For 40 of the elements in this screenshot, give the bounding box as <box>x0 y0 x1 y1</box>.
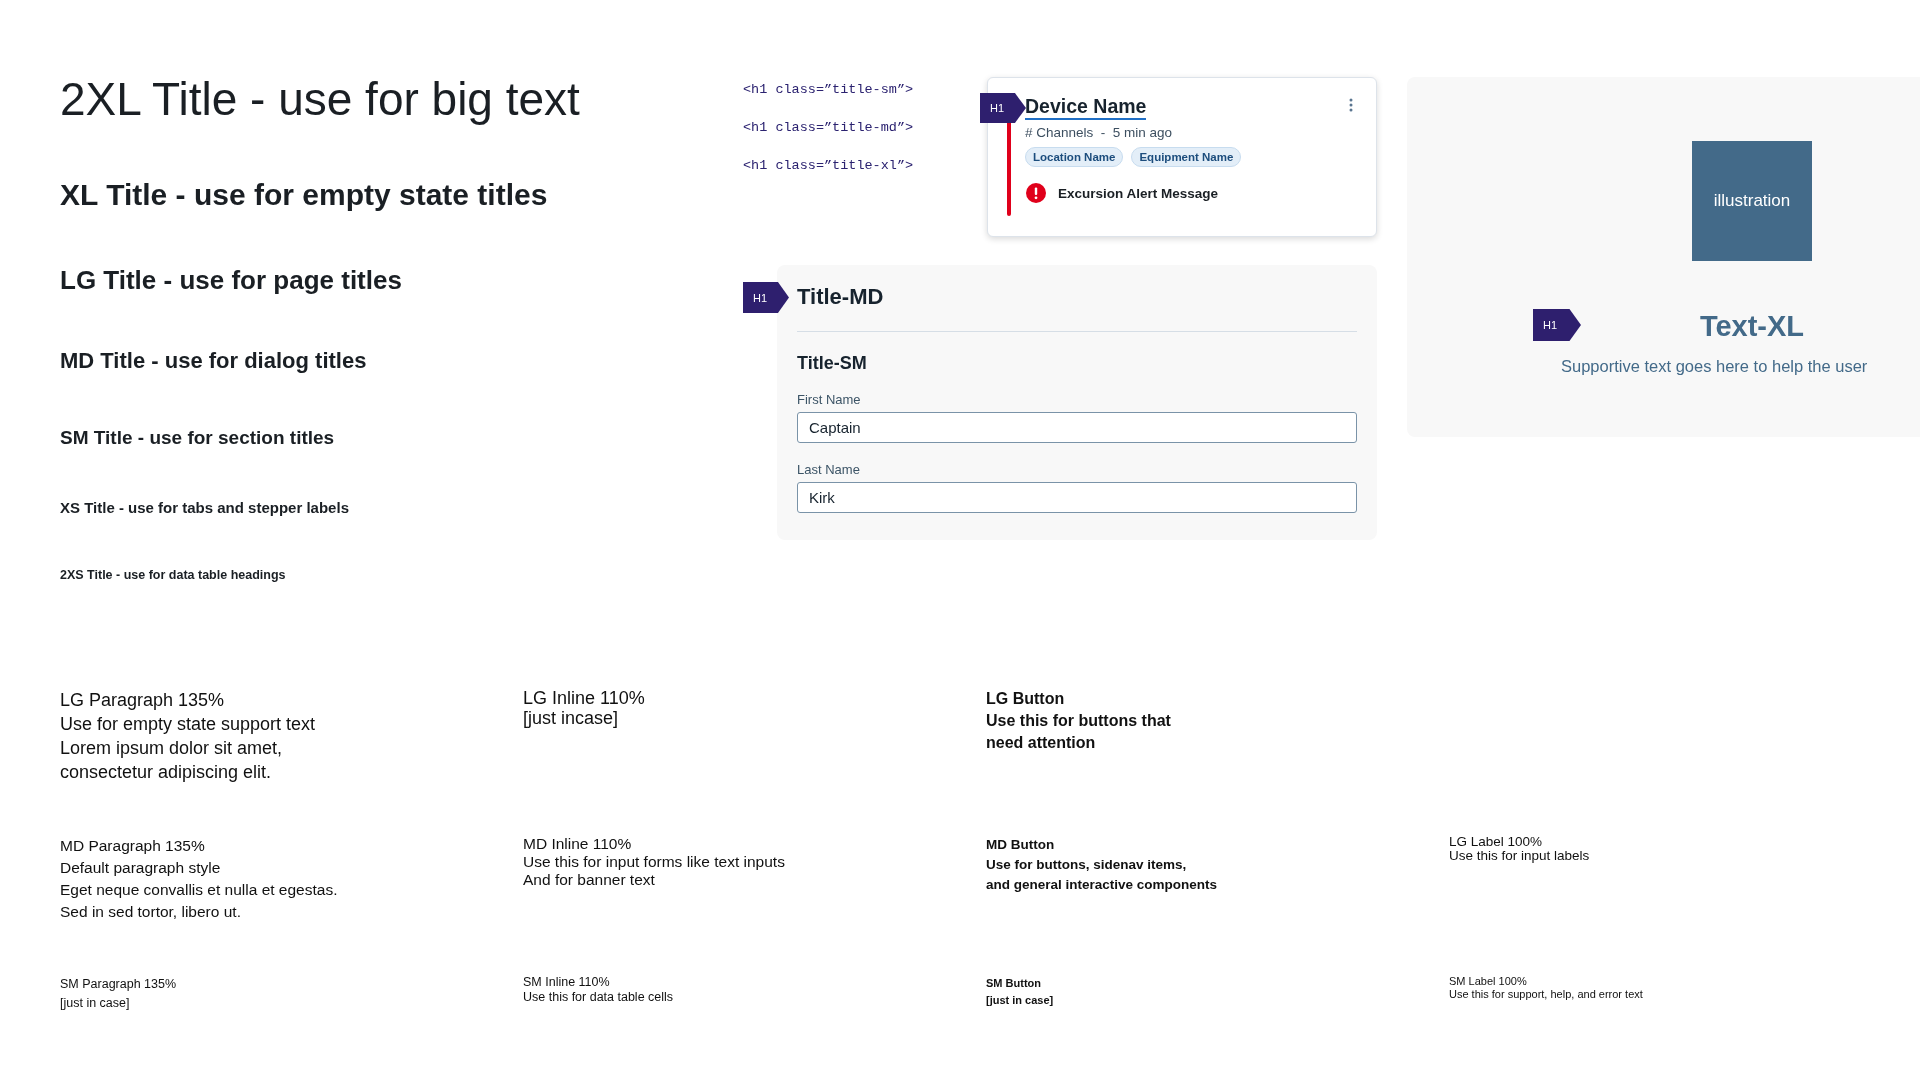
field-label: First Name <box>797 392 862 407</box>
type-title: MD Title - use for dialog titles <box>60 348 368 374</box>
type-title: SM Title - use for section titles <box>60 426 336 449</box>
paragraph-sample: MD Paragraph 135% Default paragraph style Eget neque convallis et nulla et egestas. Sed in sed tortor, libero ut. <box>60 836 338 922</box>
type-title: XL Title - use for empty state titles <box>60 177 549 213</box>
inline-sample: SM Inline 110% Use this for data table cells <box>523 975 674 1005</box>
tag-chip: Location Name <box>1025 147 1124 167</box>
empty-state-title: Text-XL <box>1699 309 1805 343</box>
support-text: Supportive text goes here to help the user <box>1561 357 1868 376</box>
button-sample: LG Button Use this for buttons that need attention <box>986 689 1171 753</box>
device-title[interactable]: Device Name <box>1025 94 1147 120</box>
illustration-tile: illustration <box>1692 141 1812 261</box>
button-sample: MD Button Use for buttons, sidenav items, and general interactive components <box>986 836 1218 894</box>
type-title: 2XL Title - use for big text <box>60 72 581 127</box>
panel-title: Title-MD <box>797 283 885 311</box>
heading-tag: H1 <box>980 93 1026 123</box>
heading-tag: H1 <box>743 282 789 313</box>
section-title: Title-SM <box>797 353 868 374</box>
code-snippet: <h1 class=”title-md”> <box>743 119 915 137</box>
label-sample: LG Label 100% Use this for input labels <box>1449 835 1590 863</box>
more-icon[interactable] <box>1349 98 1353 112</box>
type-title: XS Title - use for tabs and stepper labels <box>60 499 350 517</box>
field-label: Last Name <box>797 462 861 477</box>
heading-tag: H1 <box>1533 309 1581 341</box>
code-snippet: <h1 class=”title-sm”> <box>743 81 915 99</box>
alert-message: Excursion Alert Message <box>1058 185 1219 201</box>
error-icon <box>1026 183 1046 203</box>
device-meta: # Channels - 5 min ago <box>1025 125 1174 140</box>
paragraph-sample: SM Paragraph 135% [just in case] <box>60 976 177 1012</box>
inline-sample: MD Inline 110% Use this for input forms like text inputs And for banner text <box>523 835 785 889</box>
button-sample: SM Button [just in case] <box>986 976 1054 1008</box>
type-title: 2XS Title - use for data table headings <box>60 568 287 583</box>
inline-sample: LG Inline 110% [just incase] <box>523 688 645 728</box>
label-sample: SM Label 100% Use this for support, help, and error text <box>1449 975 1643 1001</box>
input-field[interactable]: Captain <box>797 412 1357 443</box>
tag-chip: Equipment Name <box>1131 147 1242 167</box>
code-snippet: <h1 class=”title-xl”> <box>743 157 915 175</box>
type-title: LG Title - use for page titles <box>60 265 403 296</box>
paragraph-sample: LG Paragraph 135% Use for empty state support text Lorem ipsum dolor sit amet, consectetur adipiscing elit. <box>60 689 316 784</box>
input-field[interactable]: Kirk <box>797 482 1357 513</box>
